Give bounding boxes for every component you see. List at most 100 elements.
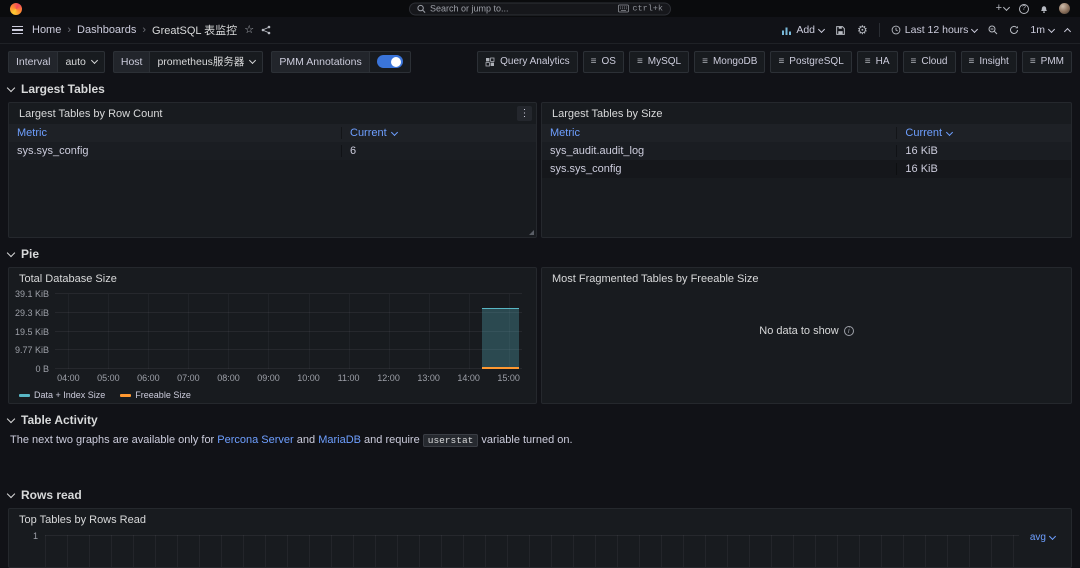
- dashboard-link-pmm[interactable]: ≡PMM: [1022, 51, 1072, 73]
- section-pie[interactable]: Pie: [8, 245, 1072, 263]
- y-gridline: [55, 293, 522, 294]
- breadcrumb-home[interactable]: Home: [32, 24, 61, 36]
- dashboard-toolbar: Home › Dashboards › GreatSQL 表监控 ☆ Add ⚙…: [0, 17, 1080, 44]
- column-header-current[interactable]: Current: [341, 127, 536, 139]
- list-icon: ≡: [637, 56, 643, 67]
- chevron-down-icon: [7, 248, 15, 256]
- divider: [879, 23, 880, 37]
- panel-title[interactable]: Most Fragmented Tables by Freeable Size: [552, 273, 758, 285]
- grafana-logo[interactable]: [10, 3, 22, 15]
- panel-title[interactable]: Total Database Size: [19, 273, 117, 285]
- share-icon[interactable]: [261, 25, 271, 35]
- dashboard-link-ha[interactable]: ≡ HA: [857, 51, 898, 73]
- x-axis-label: 04:00: [57, 373, 80, 383]
- dashboard-link-cloud[interactable]: ≡Cloud: [903, 51, 956, 73]
- sort-caret-icon: [946, 128, 953, 135]
- column-header-metric[interactable]: Metric: [9, 127, 341, 139]
- dashboard-link-insight[interactable]: ≡Insight: [961, 51, 1017, 73]
- list-icon: ≡: [702, 56, 708, 67]
- table-row: sys_audit.audit_log 16 KiB: [542, 142, 1071, 160]
- legend-item[interactable]: Freeable Size: [120, 390, 191, 400]
- menu-icon[interactable]: [10, 24, 25, 37]
- legend-calc-avg[interactable]: avg: [1030, 532, 1055, 543]
- list-icon: ≡: [778, 56, 784, 67]
- save-icon[interactable]: [835, 25, 846, 36]
- x-axis-label: 15:00: [497, 373, 520, 383]
- table: Metric Current sys.sys_config 6: [9, 124, 536, 160]
- search-icon: [417, 4, 426, 13]
- list-icon: ≡: [865, 56, 871, 67]
- dashboard-link-label: Insight: [979, 56, 1008, 67]
- breadcrumb-dashboards[interactable]: Dashboards: [77, 24, 136, 36]
- info-icon[interactable]: i: [844, 326, 854, 336]
- legend-label: Freeable Size: [135, 390, 191, 400]
- refresh-icon[interactable]: [1009, 25, 1019, 35]
- new-button[interactable]: +: [996, 3, 1009, 14]
- dashboard-link-query-analytics[interactable]: Query Analytics: [477, 51, 577, 73]
- section-title: Pie: [21, 247, 39, 261]
- table-row: sys.sys_config 6: [9, 142, 536, 160]
- time-range-label: Last 12 hours: [905, 24, 969, 36]
- x-gridline: [228, 294, 229, 369]
- mariadb-link[interactable]: MariaDB: [318, 434, 361, 446]
- settings-gear-icon[interactable]: ⚙: [857, 24, 868, 36]
- y-gridline: [55, 312, 522, 313]
- keyboard-icon: [618, 5, 629, 13]
- x-axis-label: 05:00: [97, 373, 120, 383]
- metric-cell: sys_audit.audit_log: [542, 145, 896, 157]
- panel-title[interactable]: Largest Tables by Row Count: [19, 108, 163, 120]
- dashboard-link-label: HA: [876, 56, 890, 67]
- y-axis-label: 0 B: [35, 364, 49, 374]
- list-icon: ≡: [591, 56, 597, 67]
- column-header-current[interactable]: Current: [896, 127, 1071, 139]
- add-button[interactable]: Add: [781, 24, 824, 36]
- star-icon[interactable]: ☆: [244, 25, 254, 36]
- panel-menu-kebab-icon[interactable]: ⋮: [517, 106, 532, 121]
- no-data-message: No data to show i: [542, 289, 1071, 373]
- pmm-annotations-label: PMM Annotations: [271, 51, 368, 73]
- chevron-down-icon: [249, 57, 256, 64]
- panel-title[interactable]: Top Tables by Rows Read: [19, 514, 146, 526]
- y-axis-label: 19.5 KiB: [15, 327, 49, 337]
- global-search-input[interactable]: Search or jump to... ctrl+k: [409, 2, 671, 15]
- panel-most-fragmented-tables: Most Fragmented Tables by Freeable Size …: [541, 267, 1072, 404]
- top-nav-bar: Search or jump to... ctrl+k + ?: [0, 0, 1080, 17]
- help-button[interactable]: ?: [1019, 4, 1029, 14]
- pmm-annotations-toggle[interactable]: [377, 55, 403, 68]
- column-header-metric[interactable]: Metric: [542, 127, 896, 139]
- notifications-button[interactable]: [1039, 4, 1049, 14]
- current-cell: 16 KiB: [896, 145, 1071, 157]
- interval-select[interactable]: auto: [57, 51, 104, 73]
- host-select[interactable]: prometheus服务器: [149, 51, 263, 73]
- refresh-interval-picker[interactable]: 1m: [1030, 24, 1054, 36]
- chevron-down-icon: [91, 57, 98, 64]
- host-label: Host: [113, 51, 150, 73]
- dashboard-link-mysql[interactable]: ≡MySQL: [629, 51, 689, 73]
- dashboard-link-mongodb[interactable]: ≡MongoDB: [694, 51, 765, 73]
- pmm-annotations-chip: [369, 51, 411, 73]
- panel-title[interactable]: Largest Tables by Size: [552, 108, 662, 120]
- percona-server-link[interactable]: Percona Server: [217, 434, 293, 446]
- zoom-out-icon[interactable]: [988, 25, 998, 35]
- time-range-picker[interactable]: Last 12 hours: [891, 24, 978, 36]
- x-axis-label: 14:00: [457, 373, 480, 383]
- section-rows-read[interactable]: Rows read: [8, 486, 1072, 504]
- dashboard-link-os[interactable]: ≡OS: [583, 51, 624, 73]
- x-gridline: [148, 294, 149, 369]
- chevron-down-icon: [7, 489, 15, 497]
- section-table-activity[interactable]: Table Activity: [8, 411, 1072, 429]
- dashboard-link-postgresql[interactable]: ≡PostgreSQL: [770, 51, 851, 73]
- x-gridline: [108, 294, 109, 369]
- refresh-interval-label: 1m: [1030, 24, 1045, 36]
- user-avatar[interactable]: [1059, 3, 1070, 14]
- section-largest-tables[interactable]: Largest Tables: [8, 80, 1072, 98]
- sort-caret-icon: [391, 128, 398, 135]
- metric-cell: sys.sys_config: [9, 145, 341, 157]
- panel-total-database-size: Total Database Size 0 B9.77 KiB19.5 KiB2…: [8, 267, 537, 404]
- panel-resize-handle[interactable]: [529, 230, 534, 235]
- x-gridline: [389, 294, 390, 369]
- collapse-toolbar-chevron-up-icon[interactable]: [1064, 28, 1071, 35]
- help-icon: ?: [1019, 4, 1029, 14]
- legend-item[interactable]: Data + Index Size: [19, 390, 105, 400]
- clock-icon: [891, 25, 901, 35]
